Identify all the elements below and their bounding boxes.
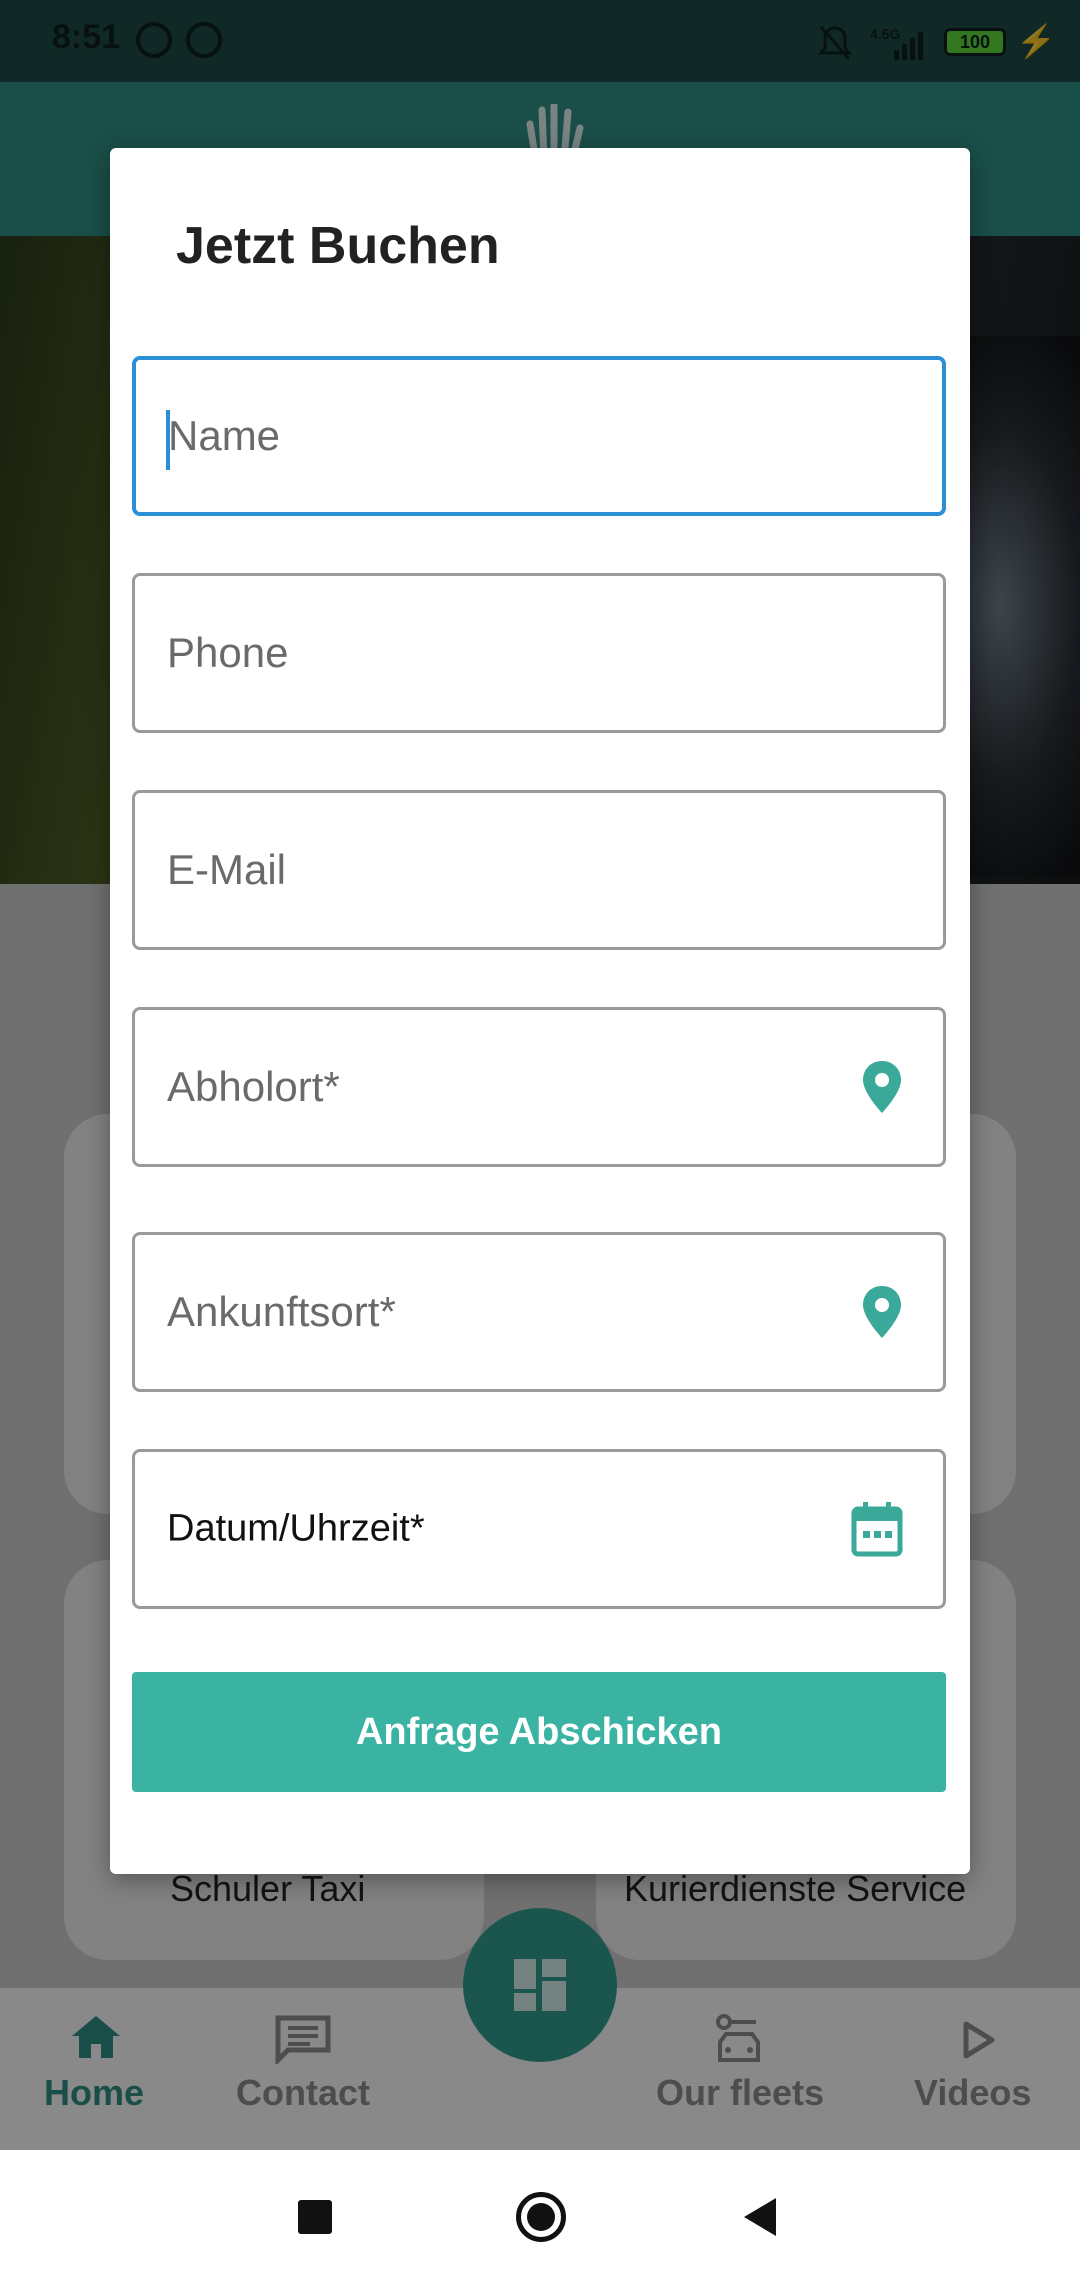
phone-input[interactable]: Phone: [132, 573, 946, 733]
system-navigation-bar: [0, 2150, 1080, 2280]
destination-placeholder: Ankunftsort*: [167, 1288, 396, 1335]
submit-request-button[interactable]: Anfrage Abschicken: [132, 1672, 946, 1792]
location-pin-icon[interactable]: [861, 1284, 903, 1340]
datetime-value: Datum/Uhrzeit*: [167, 1507, 425, 1550]
destination-input[interactable]: Ankunftsort*: [132, 1232, 946, 1392]
submit-button-label: Anfrage Abschicken: [355, 1710, 723, 1753]
email-input[interactable]: E-Mail: [132, 790, 946, 950]
datetime-input[interactable]: Datum/Uhrzeit*: [132, 1449, 946, 1609]
calendar-icon[interactable]: [851, 1501, 903, 1557]
email-placeholder: E-Mail: [167, 846, 287, 893]
name-input[interactable]: Name: [132, 356, 946, 516]
phone-placeholder: Phone: [167, 629, 289, 676]
dialog-title: Jetzt Buchen: [176, 217, 500, 275]
pickup-placeholder: Abholort*: [167, 1063, 340, 1110]
booking-dialog: Jetzt Buchen Name Phone E-Mail Abholort*…: [110, 148, 970, 1874]
pickup-location-input[interactable]: Abholort*: [132, 1007, 946, 1167]
home-button-dot: [527, 2203, 555, 2231]
recents-button[interactable]: [298, 2200, 332, 2234]
location-pin-icon[interactable]: [861, 1059, 903, 1115]
back-button[interactable]: [742, 2196, 778, 2238]
name-placeholder: Name: [168, 412, 281, 459]
home-button[interactable]: [516, 2192, 566, 2242]
